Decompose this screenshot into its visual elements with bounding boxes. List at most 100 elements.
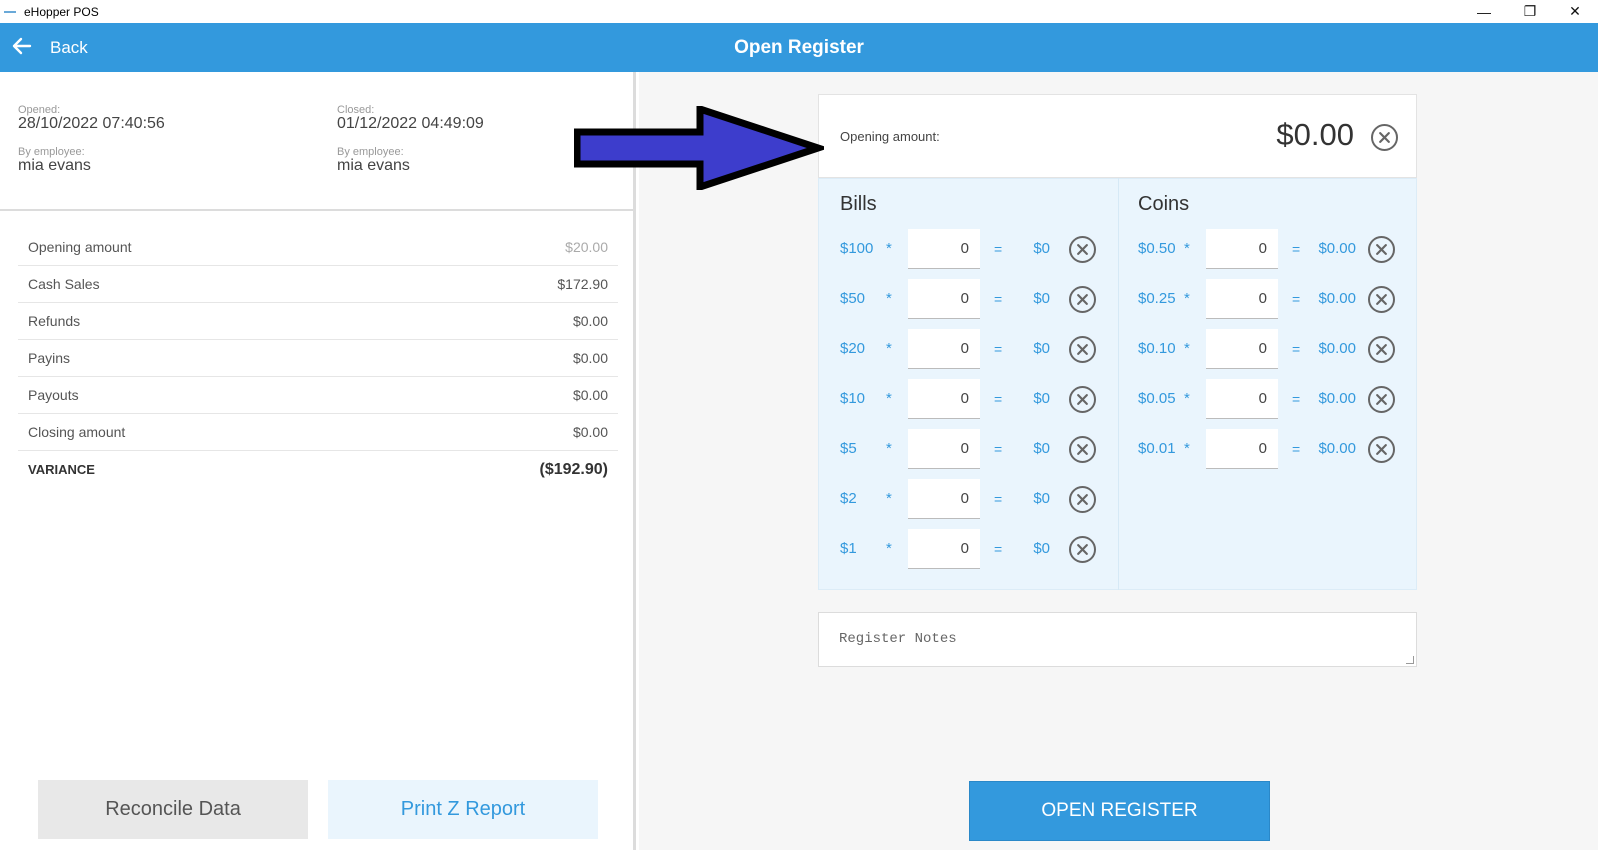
multiply-sign: * [1184, 340, 1190, 357]
summary-label: Cash Sales [28, 276, 100, 292]
summary-value: $0.00 [572, 313, 608, 329]
summary-row-payins: Payins $0.00 [18, 340, 618, 377]
multiply-sign: * [886, 390, 892, 407]
clear-row-icon[interactable] [1069, 286, 1096, 313]
summary-value: ($192.90) [539, 460, 609, 478]
equals-sign: = [1292, 241, 1301, 257]
bill-denomination-label: $20 [840, 340, 866, 357]
summary-label: Closing amount [28, 424, 126, 440]
clear-row-icon[interactable] [1069, 436, 1096, 463]
equals-sign: = [994, 241, 1003, 257]
register-notes-placeholder: Register Notes [839, 631, 957, 647]
coin-denomination-label: $0.05 [1138, 390, 1176, 407]
coin-row-total: $0.00 [1318, 340, 1356, 357]
bill-quantity-input[interactable]: 0 [908, 529, 980, 569]
close-window-button[interactable]: ✕ [1552, 0, 1598, 23]
register-summary-panel: Opened: 28/10/2022 07:40:56 By employee:… [0, 72, 636, 850]
bill-row: $20 * 0 = $0 [840, 329, 1110, 369]
register-notes-textarea[interactable]: Register Notes [818, 612, 1417, 667]
summary-value: $20.00 [565, 239, 608, 255]
summary-row-opening: Opening amount $20.00 [18, 229, 618, 266]
coin-denomination-label: $0.01 [1138, 440, 1176, 457]
bill-quantity-input[interactable]: 0 [908, 329, 980, 369]
clear-row-icon[interactable] [1368, 236, 1395, 263]
summary-table: Opening amount $20.00 Cash Sales $172.90… [18, 229, 618, 488]
bill-row: $5 * 0 = $0 [840, 429, 1110, 469]
coin-quantity-input[interactable]: 0 [1206, 279, 1278, 319]
coin-denomination-label: $0.50 [1138, 240, 1176, 257]
coin-row-total: $0.00 [1318, 290, 1356, 307]
clear-row-icon[interactable] [1069, 386, 1096, 413]
bill-row-total: $0 [1033, 340, 1050, 357]
coin-quantity-input[interactable]: 0 [1206, 379, 1278, 419]
clear-row-icon[interactable] [1069, 536, 1096, 563]
clear-opening-amount-icon[interactable] [1371, 124, 1398, 151]
app-header: Open Register Back [0, 23, 1598, 72]
minimize-button[interactable]: — [1461, 0, 1507, 23]
summary-label: VARIANCE [28, 462, 95, 477]
reconcile-data-button[interactable]: Reconcile Data [38, 780, 308, 839]
multiply-sign: * [886, 490, 892, 507]
clear-row-icon[interactable] [1368, 286, 1395, 313]
summary-row-cash-sales: Cash Sales $172.90 [18, 266, 618, 303]
multiply-sign: * [886, 540, 892, 557]
opened-by-value: mia evans [18, 157, 91, 174]
bills-title: Bills [840, 193, 877, 215]
bill-quantity-input[interactable]: 0 [908, 429, 980, 469]
clear-row-icon[interactable] [1069, 236, 1096, 263]
multiply-sign: * [886, 240, 892, 257]
equals-sign: = [1292, 391, 1301, 407]
multiply-sign: * [886, 440, 892, 457]
clear-row-icon[interactable] [1368, 386, 1395, 413]
open-register-button[interactable]: OPEN REGISTER [969, 781, 1270, 841]
bill-denomination-label: $1 [840, 540, 857, 557]
coin-denomination-label: $0.25 [1138, 290, 1176, 307]
denominations-divider [1118, 178, 1119, 590]
summary-row-payouts: Payouts $0.00 [18, 377, 618, 414]
bill-denomination-label: $50 [840, 290, 866, 307]
divider [0, 209, 636, 211]
coin-row: $0.25 * 0 = $0.00 [1138, 279, 1408, 319]
clear-row-icon[interactable] [1368, 336, 1395, 363]
page-title: Open Register [734, 36, 864, 58]
equals-sign: = [994, 441, 1003, 457]
summary-label: Opening amount [28, 239, 132, 255]
equals-sign: = [994, 541, 1003, 557]
coin-quantity-input[interactable]: 0 [1206, 429, 1278, 469]
print-z-report-button[interactable]: Print Z Report [328, 780, 598, 839]
coin-quantity-input[interactable]: 0 [1206, 329, 1278, 369]
equals-sign: = [1292, 441, 1301, 457]
summary-label: Payouts [28, 387, 79, 403]
maximize-button[interactable]: ❐ [1507, 0, 1553, 23]
bill-row: $1 * 0 = $0 [840, 529, 1110, 569]
bill-quantity-input[interactable]: 0 [908, 279, 980, 319]
equals-sign: = [994, 341, 1003, 357]
bill-row: $10 * 0 = $0 [840, 379, 1110, 419]
clear-row-icon[interactable] [1069, 486, 1096, 513]
closed-by-value: mia evans [337, 157, 410, 174]
bill-row: $2 * 0 = $0 [840, 479, 1110, 519]
window-titlebar: eHopper POS — ❐ ✕ [0, 0, 1598, 23]
coins-title: Coins [1138, 193, 1190, 215]
bill-quantity-input[interactable]: 0 [908, 479, 980, 519]
summary-label: Refunds [28, 313, 81, 329]
summary-row-refunds: Refunds $0.00 [18, 303, 618, 340]
arrow-left-icon [12, 37, 32, 59]
clear-row-icon[interactable] [1069, 336, 1096, 363]
coin-quantity-input[interactable]: 0 [1206, 229, 1278, 269]
back-button[interactable]: Back [12, 23, 88, 72]
summary-row-closing: Closing amount $0.00 [18, 414, 618, 451]
summary-value: $172.90 [557, 276, 608, 292]
bill-quantity-input[interactable]: 0 [908, 379, 980, 419]
summary-row-variance: VARIANCE ($192.90) [18, 451, 618, 488]
bill-denomination-label: $5 [840, 440, 857, 457]
clear-row-icon[interactable] [1368, 436, 1395, 463]
resize-handle-icon[interactable] [1406, 656, 1414, 664]
summary-label: Payins [28, 350, 71, 366]
summary-value: $0.00 [572, 424, 608, 440]
multiply-sign: * [1184, 440, 1190, 457]
bill-quantity-input[interactable]: 0 [908, 229, 980, 269]
coin-row-total: $0.00 [1318, 240, 1356, 257]
bill-row-total: $0 [1033, 440, 1050, 457]
coin-denomination-label: $0.10 [1138, 340, 1176, 357]
